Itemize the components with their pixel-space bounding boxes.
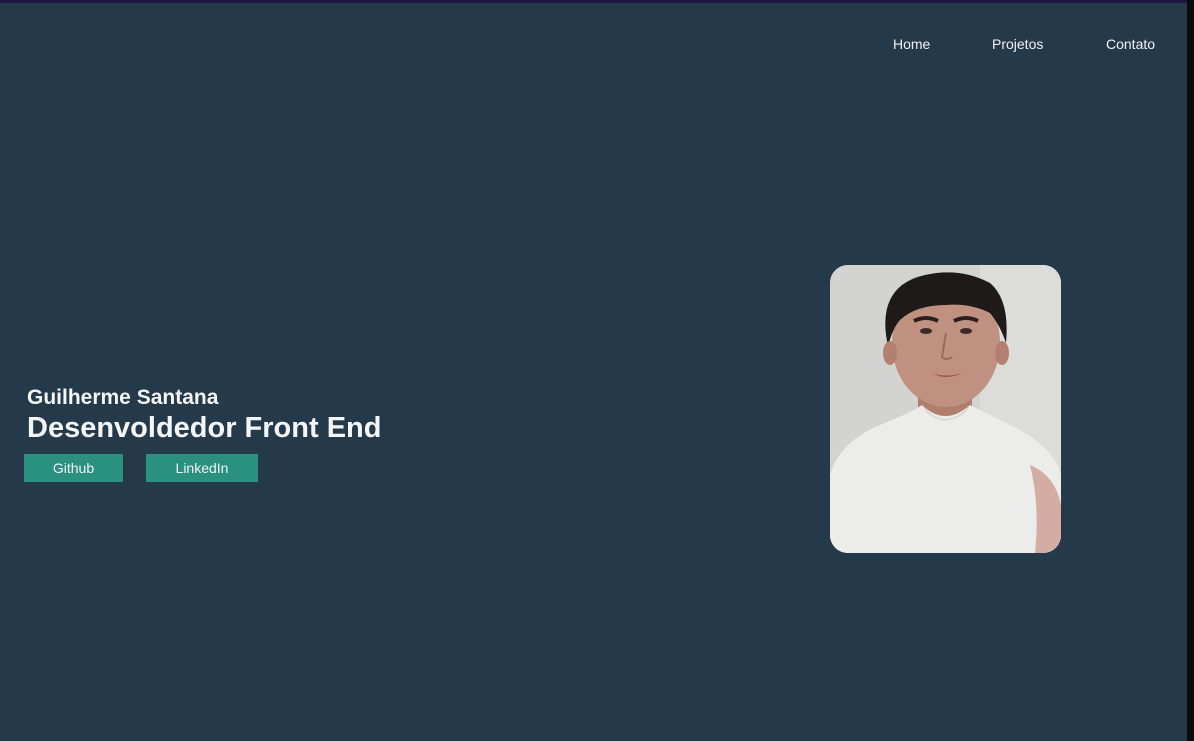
top-nav: Home Projetos Contato <box>0 34 1187 54</box>
linkedin-button[interactable]: LinkedIn <box>146 454 258 482</box>
window-edge <box>1187 0 1194 741</box>
nav-home-link[interactable]: Home <box>893 34 930 54</box>
github-button[interactable]: Github <box>24 454 123 482</box>
profile-photo-illustration <box>830 265 1061 553</box>
nav-projetos-link[interactable]: Projetos <box>992 34 1043 54</box>
hero-name: Guilherme Santana <box>27 386 219 409</box>
nav-contato-link[interactable]: Contato <box>1106 34 1155 54</box>
page: Home Projetos Contato Guilherme Santana … <box>0 0 1187 741</box>
profile-photo <box>830 265 1061 553</box>
hero-role: Desenvoldedor Front End <box>27 412 382 444</box>
